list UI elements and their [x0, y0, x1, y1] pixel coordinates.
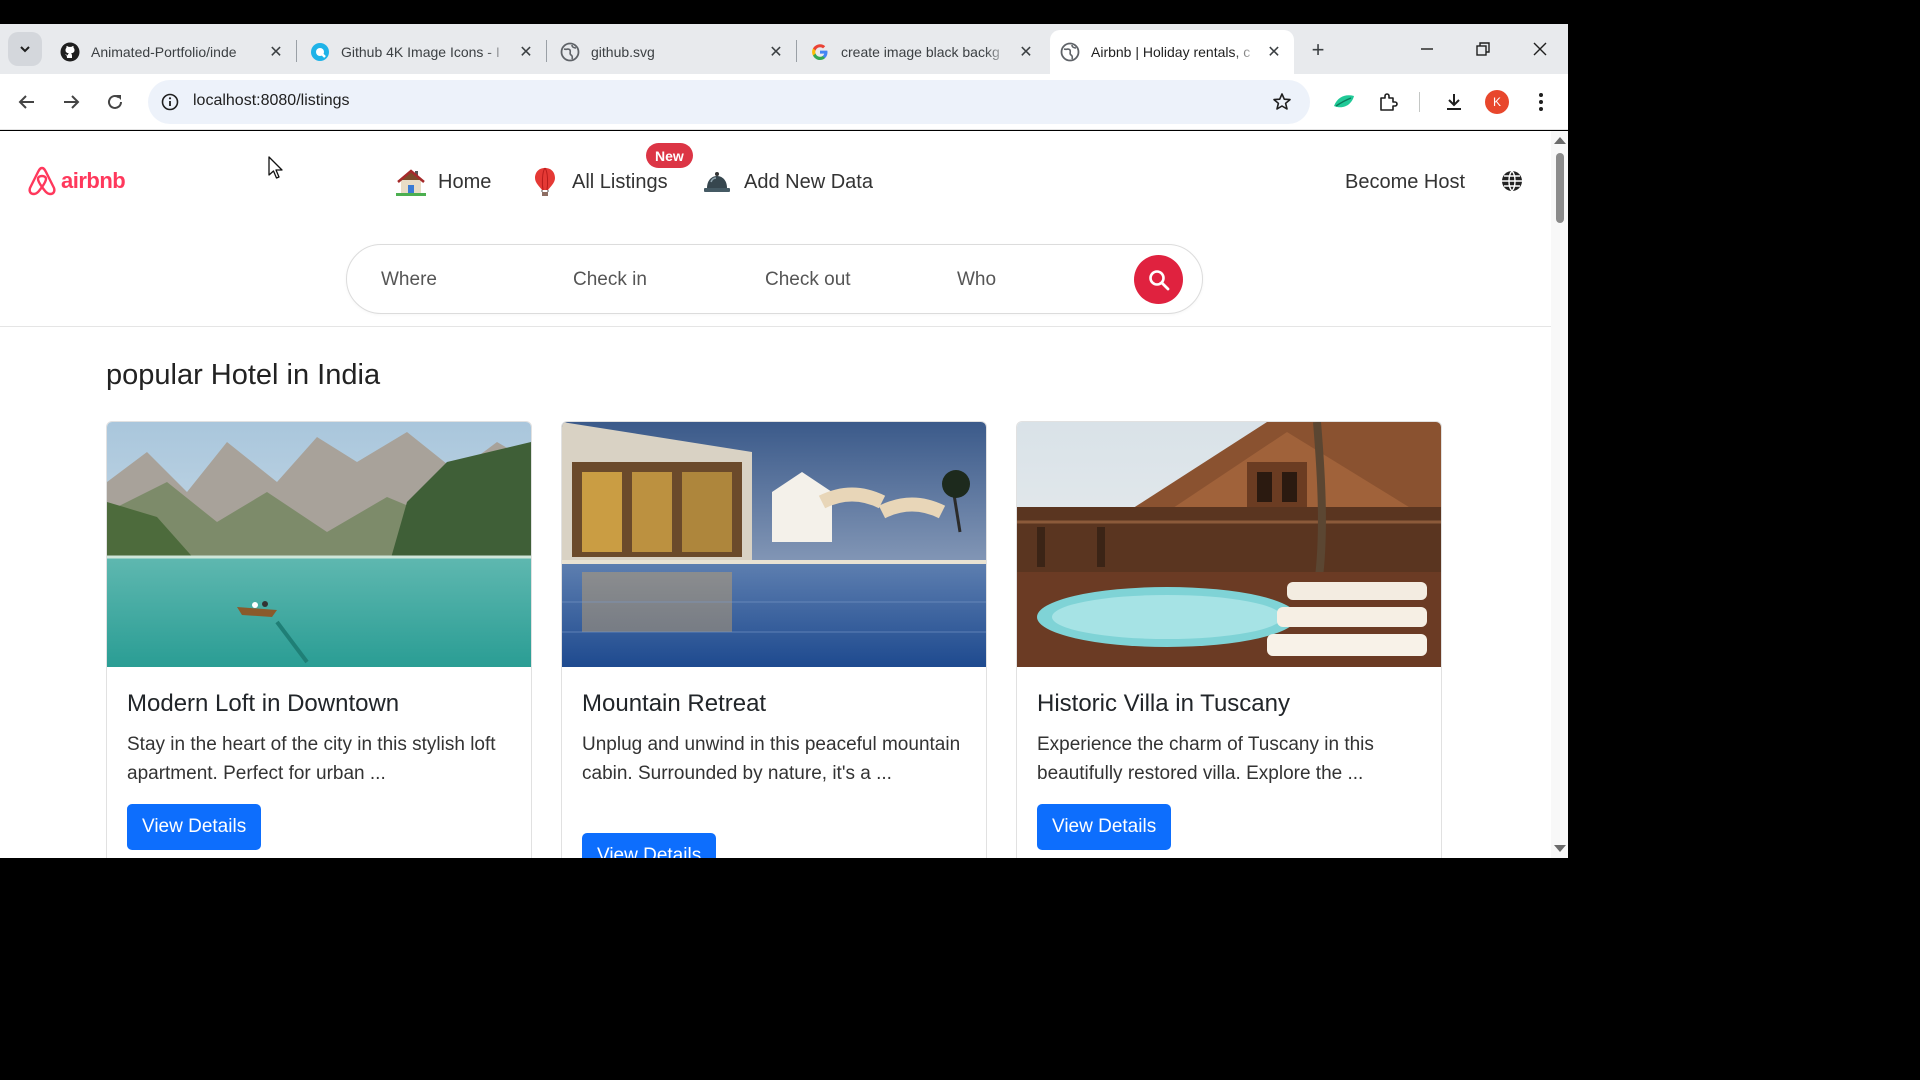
- profile-avatar[interactable]: K: [1485, 90, 1509, 114]
- close-icon[interactable]: ✕: [266, 42, 286, 62]
- address-bar[interactable]: localhost:8080/listings: [148, 80, 1310, 124]
- listing-card[interactable]: Mountain Retreat Unplug and unwind in th…: [561, 421, 987, 858]
- back-button[interactable]: [11, 86, 43, 118]
- search-who-field[interactable]: Who: [957, 269, 996, 291]
- tab-title: Animated-Portfolio/inde: [91, 44, 237, 60]
- service-bell-icon: [702, 167, 732, 197]
- nav-home-label: Home: [438, 170, 492, 193]
- logo-text: airbnb: [61, 168, 126, 193]
- listing-description: Stay in the heart of the city in this st…: [127, 734, 496, 784]
- menu-kebab-icon[interactable]: [1527, 88, 1555, 116]
- scroll-thumb[interactable]: [1556, 153, 1564, 223]
- section-title: popular Hotel in India: [106, 359, 381, 391]
- reload-icon: [108, 94, 122, 109]
- toolbar-divider: [1419, 92, 1420, 112]
- browser-toolbar: localhost:8080/listings K: [0, 74, 1568, 130]
- tab-title: Github 4K Image Icons - I: [341, 44, 500, 60]
- view-details-button[interactable]: View Details: [1037, 804, 1172, 850]
- google-icon: [810, 42, 830, 62]
- page-viewport: airbnb Home All Listings New Add New Dat…: [0, 131, 1568, 858]
- browser-tab[interactable]: create image black backg ✕: [800, 30, 1046, 74]
- reload-button[interactable]: [99, 86, 131, 118]
- listing-image[interactable]: [562, 422, 986, 667]
- browser-tab[interactable]: Github 4K Image Icons - I ✕: [300, 30, 546, 74]
- listing-description: Experience the charm of Tuscany in this …: [1037, 734, 1374, 784]
- close-icon[interactable]: ✕: [516, 42, 536, 62]
- nav-home[interactable]: Home: [396, 167, 491, 197]
- icons8-icon: [310, 42, 330, 62]
- plus-icon: +: [1311, 37, 1325, 62]
- chevron-down-icon: [20, 46, 30, 53]
- scroll-up-arrow-icon[interactable]: [1554, 137, 1566, 144]
- minimize-button[interactable]: [1407, 32, 1447, 66]
- tab-title: create image black backg: [841, 44, 1000, 60]
- restore-button[interactable]: [1463, 32, 1503, 66]
- house-icon: [396, 167, 426, 197]
- close-icon[interactable]: ✕: [1016, 42, 1036, 62]
- arrow-left-icon: [18, 95, 34, 109]
- globe-icon: [1060, 42, 1080, 62]
- search-checkin-field[interactable]: Check in: [573, 269, 647, 291]
- address-text[interactable]: localhost:8080/listings: [193, 92, 350, 110]
- view-details-button[interactable]: View Details: [127, 804, 262, 850]
- tab-divider: [796, 40, 797, 62]
- close-icon: [1533, 42, 1547, 56]
- extension-leaf-icon[interactable]: [1330, 88, 1358, 116]
- tab-search-button[interactable]: [8, 32, 42, 66]
- nav-all-listings-label: All Listings: [572, 170, 668, 193]
- search-bar: Where Check in Check out Who: [346, 244, 1203, 314]
- search-icon: [1148, 269, 1169, 290]
- forward-button[interactable]: [55, 86, 87, 118]
- tab-title: github.svg: [591, 44, 655, 60]
- extensions-puzzle-icon[interactable]: [1374, 88, 1402, 116]
- browser-tab-active[interactable]: Airbnb | Holiday rentals, c ✕: [1050, 30, 1294, 74]
- page-scrollbar[interactable]: [1551, 131, 1568, 858]
- listing-description: Unplug and unwind in this peaceful mount…: [582, 734, 961, 784]
- site-header: airbnb Home All Listings New Add New Dat…: [0, 131, 1551, 327]
- browser-tab[interactable]: Animated-Portfolio/inde ✕: [50, 30, 296, 74]
- browser-window: Animated-Portfolio/inde ✕ Github 4K Imag…: [0, 0, 1568, 882]
- restore-icon: [1476, 42, 1490, 56]
- new-tab-button[interactable]: +: [1304, 36, 1332, 64]
- scroll-down-arrow-icon[interactable]: [1554, 845, 1566, 852]
- arrow-right-icon: [64, 95, 80, 109]
- listing-image[interactable]: [1017, 422, 1441, 667]
- listing-card[interactable]: Modern Loft in Downtown Stay in the hear…: [106, 421, 532, 858]
- globe-icon: [560, 42, 580, 62]
- nav-add-new-data[interactable]: Add New Data: [702, 167, 873, 197]
- close-window-button[interactable]: [1520, 32, 1560, 66]
- tab-strip: Animated-Portfolio/inde ✕ Github 4K Imag…: [0, 24, 1568, 74]
- nav-add-new-label: Add New Data: [744, 170, 873, 193]
- tab-divider: [296, 40, 297, 62]
- listing-card[interactable]: Historic Villa in Tuscany Experience the…: [1016, 421, 1442, 858]
- airbnb-logo[interactable]: airbnb: [27, 165, 126, 197]
- search-button[interactable]: [1134, 255, 1183, 304]
- search-where-field[interactable]: Where: [381, 269, 437, 291]
- view-details-button[interactable]: View Details: [582, 833, 717, 858]
- close-icon[interactable]: ✕: [1264, 42, 1284, 62]
- site-info-icon[interactable]: [158, 90, 182, 114]
- search-checkout-field[interactable]: Check out: [765, 269, 851, 291]
- listing-title: Modern Loft in Downtown: [127, 690, 400, 717]
- hot-air-balloon-icon: [530, 167, 560, 197]
- globe-icon[interactable]: [1500, 169, 1524, 193]
- bookmark-star-icon[interactable]: [1270, 90, 1294, 114]
- download-icon[interactable]: [1440, 88, 1468, 116]
- listing-title: Mountain Retreat: [582, 690, 767, 717]
- browser-tab[interactable]: github.svg ✕: [550, 30, 796, 74]
- become-host-link[interactable]: Become Host: [1345, 171, 1465, 194]
- minimize-icon: [1421, 48, 1433, 50]
- listing-image[interactable]: [107, 422, 531, 667]
- new-badge: New: [646, 143, 693, 168]
- nav-all-listings[interactable]: All Listings: [530, 167, 668, 197]
- close-icon[interactable]: ✕: [766, 42, 786, 62]
- listing-title: Historic Villa in Tuscany: [1037, 690, 1290, 717]
- mouse-cursor-icon: [268, 156, 283, 179]
- bottom-letterbox: [0, 858, 1568, 882]
- tab-title: Airbnb | Holiday rentals, c: [1091, 44, 1251, 60]
- tab-divider: [546, 40, 547, 62]
- github-icon: [60, 42, 80, 62]
- airbnb-logo-icon: [28, 166, 56, 196]
